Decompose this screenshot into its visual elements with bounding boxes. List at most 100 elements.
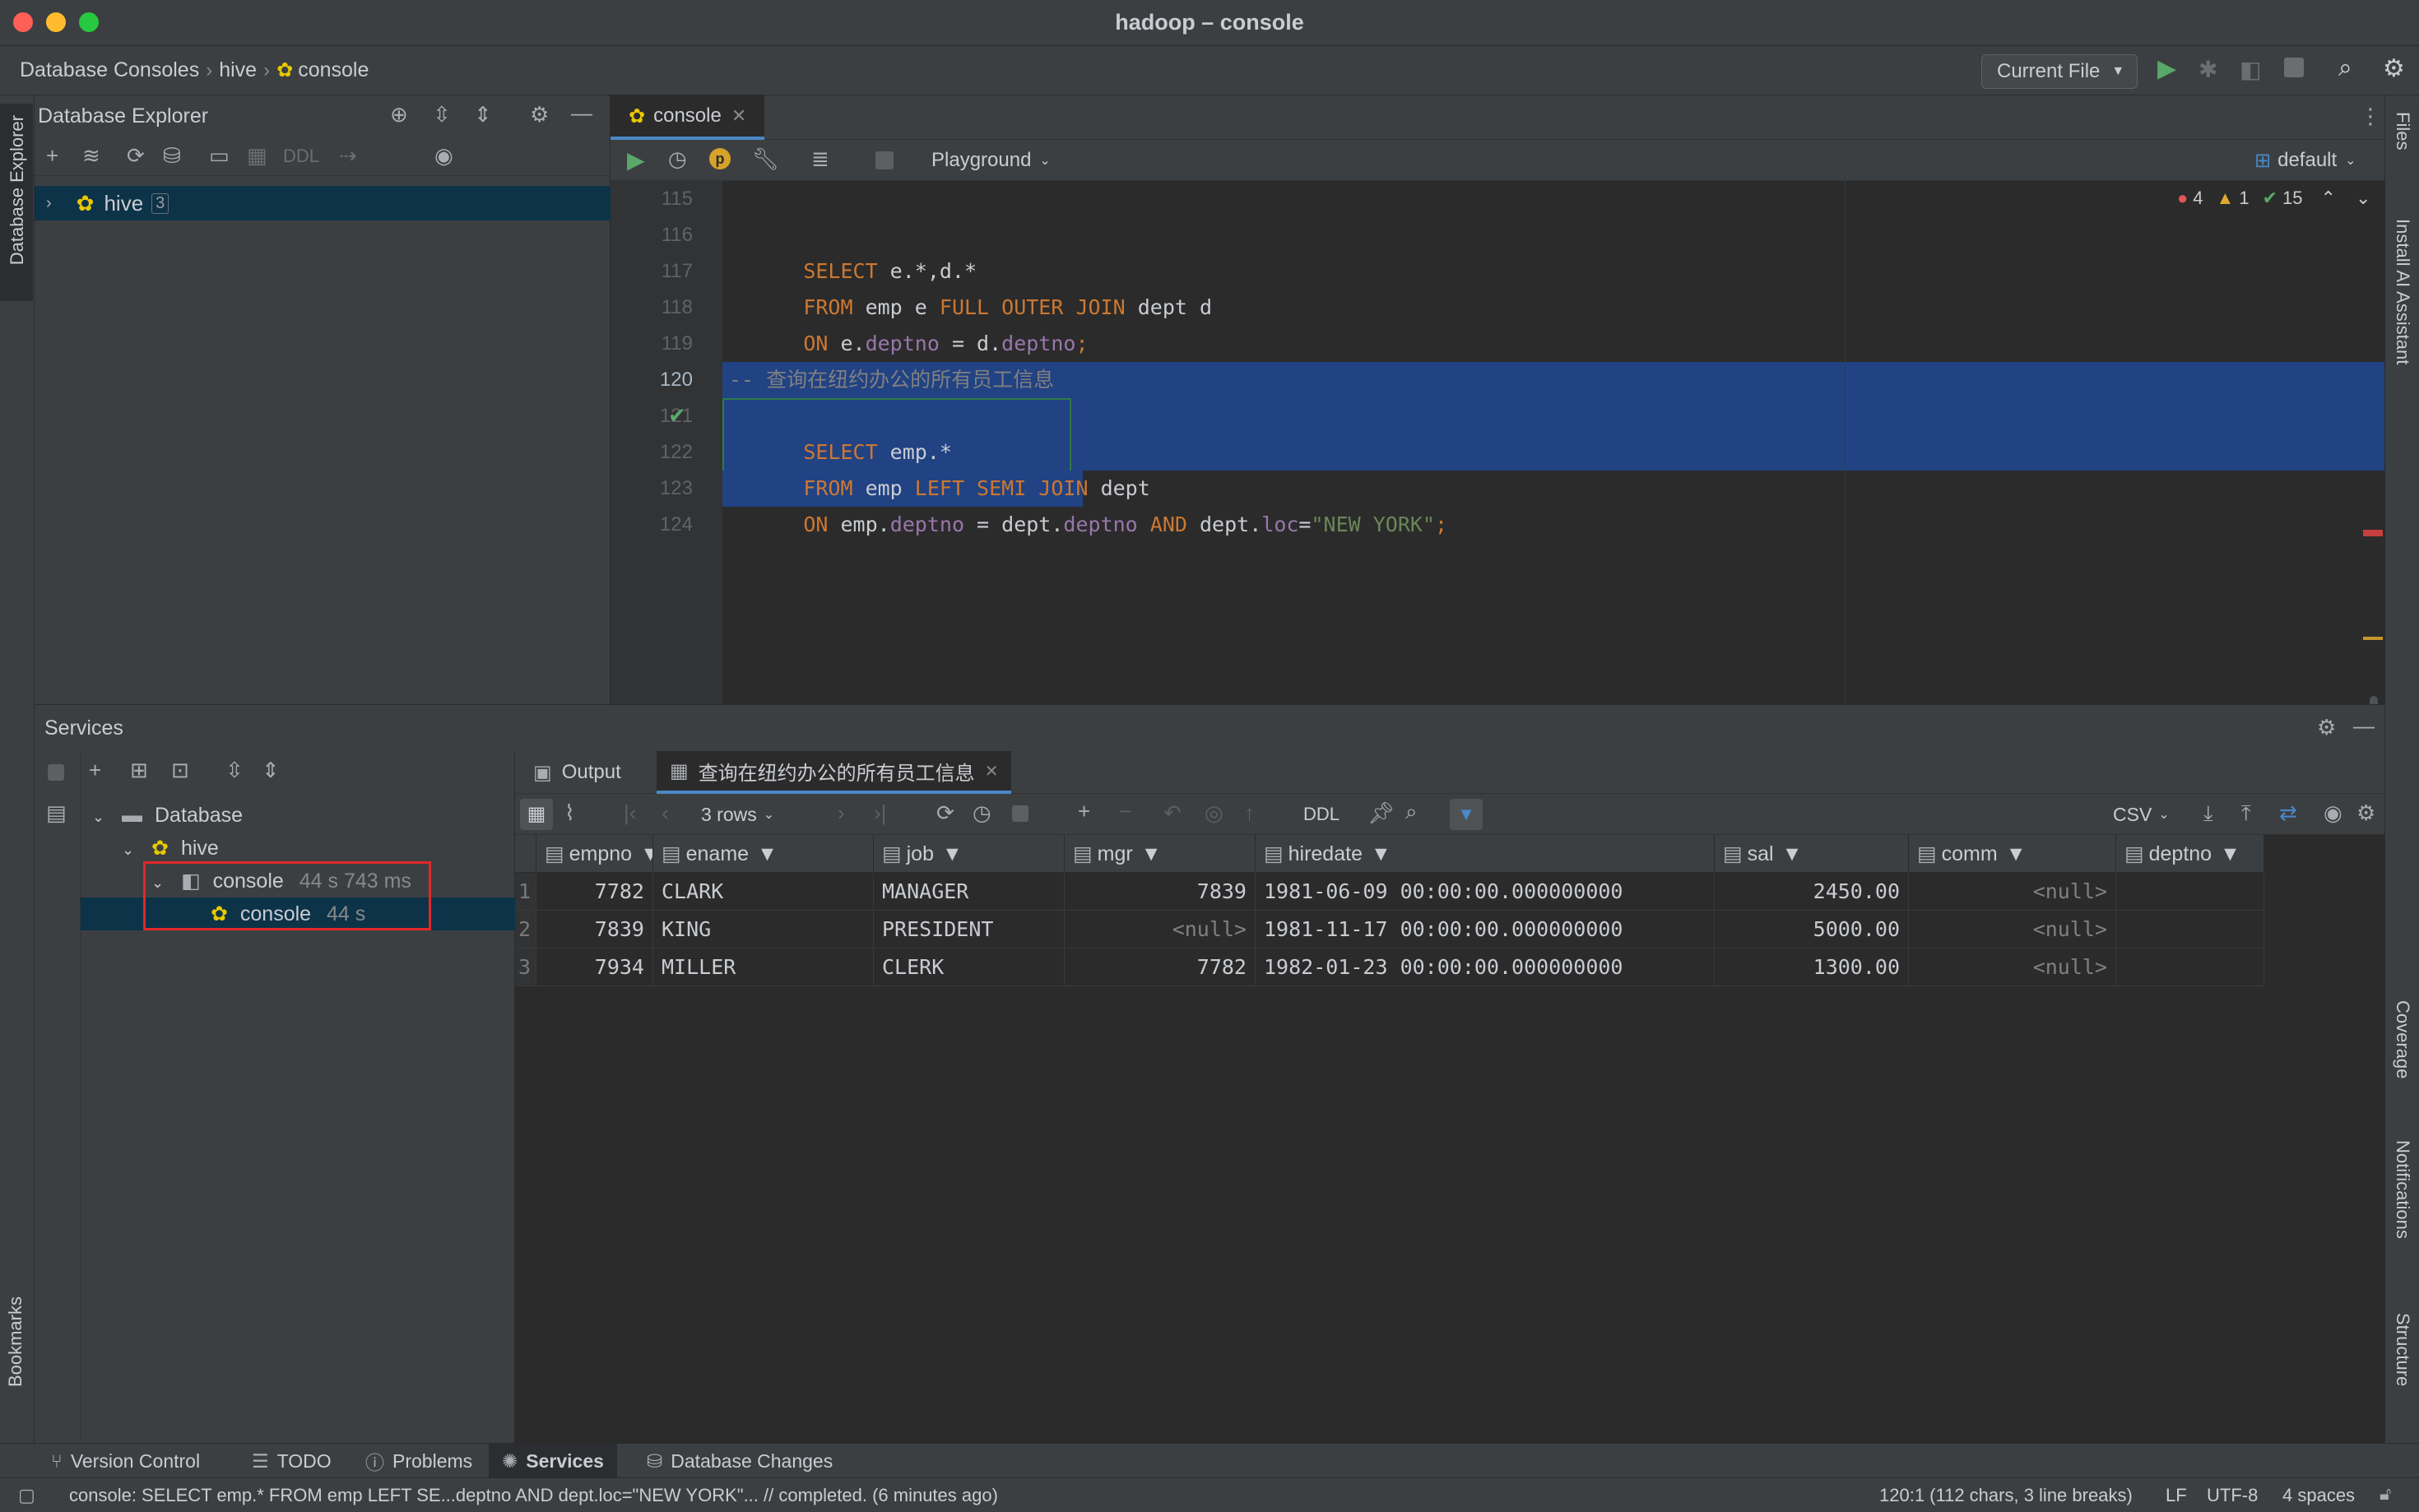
cell-comm[interactable]: <null> xyxy=(1909,948,2116,986)
expand-all-icon[interactable]: ⇳ xyxy=(433,102,451,128)
indent-setting[interactable]: 4 spaces xyxy=(2282,1485,2355,1506)
ddl-button[interactable]: DDL xyxy=(1303,804,1340,825)
column-filter-icon[interactable]: ▼ xyxy=(1371,842,1391,865)
cell-ename[interactable]: CLARK xyxy=(653,873,874,911)
version-control-tool-button[interactable]: ⑂ Version Control xyxy=(51,1449,200,1473)
locate-icon[interactable]: ⊕ xyxy=(390,102,408,128)
cell-deptno[interactable] xyxy=(2116,911,2264,948)
stop-icon[interactable] xyxy=(875,151,894,169)
cell-job[interactable]: PRESIDENT xyxy=(874,911,1065,948)
cell-sal[interactable]: 5000.00 xyxy=(1715,911,1909,948)
breadcrumb-item[interactable]: console xyxy=(298,58,369,82)
collapse-all-icon[interactable]: ⇕ xyxy=(474,102,492,128)
column-header-job[interactable]: ▤ job ▼ xyxy=(874,835,1065,873)
table-view-icon[interactable]: ▦ xyxy=(520,799,553,830)
tab-output[interactable]: ▣ Output xyxy=(533,751,621,794)
cell-mgr[interactable]: <null> xyxy=(1065,911,1256,948)
cell-empno[interactable]: 7839 xyxy=(536,911,653,948)
data-source-properties-icon[interactable]: ≋ xyxy=(82,143,100,169)
column-header-hiredate[interactable]: ▤ hiredate ▼ xyxy=(1256,835,1715,873)
close-tab-icon[interactable]: ✕ xyxy=(731,105,746,127)
structure-stripe-button[interactable]: Structure xyxy=(2392,1313,2413,1386)
column-header-comm[interactable]: ▤ comm ▼ xyxy=(1909,835,2116,873)
gear-icon[interactable]: ⚙ xyxy=(2356,800,2375,826)
breadcrumb-item[interactable]: hive xyxy=(219,58,257,82)
cell-sal[interactable]: 1300.00 xyxy=(1715,948,1909,986)
todo-tool-button[interactable]: ☰ TODO xyxy=(252,1449,332,1473)
column-header-ename[interactable]: ▤ ename ▼ xyxy=(653,835,874,873)
output-format-icon[interactable]: ≣ xyxy=(811,146,829,172)
inspection-widget[interactable]: ● 4 ▲ 1 ✔ 15 ⌃ ⌄ xyxy=(2177,188,2370,209)
coverage-stripe-button[interactable]: Coverage xyxy=(2392,1000,2413,1078)
services-tool-button[interactable]: ✺ Services xyxy=(489,1444,617,1478)
warning-stripe-mark[interactable] xyxy=(2363,637,2383,640)
transaction-mode-icon[interactable]: p xyxy=(709,148,731,169)
layout-icon[interactable]: ▤ xyxy=(46,800,67,826)
export-format-select[interactable]: CSV ⌄ xyxy=(2113,802,2170,827)
bookmarks-stripe-button[interactable]: Bookmarks xyxy=(5,1296,26,1387)
cell-ename[interactable]: KING xyxy=(653,911,874,948)
submit-icon[interactable]: ↑ xyxy=(1244,800,1255,826)
page-size-select[interactable]: 3 rows ⌄ xyxy=(701,802,774,827)
export-icon[interactable]: ⤓ xyxy=(2203,800,2213,827)
problems-tool-button[interactable]: ⓘ Problems xyxy=(365,1449,472,1474)
next-page-icon[interactable]: › xyxy=(838,800,845,826)
add-service-icon[interactable]: + xyxy=(89,758,101,783)
cell-job[interactable]: MANAGER xyxy=(874,873,1065,911)
compare-icon[interactable]: ⇄ xyxy=(2279,800,2297,826)
cell-comm[interactable]: <null> xyxy=(1909,873,2116,911)
column-filter-icon[interactable]: ▼ xyxy=(640,842,652,865)
last-page-icon[interactable]: ›| xyxy=(874,800,886,826)
column-filter-icon[interactable]: ▼ xyxy=(942,842,963,865)
jump-icon[interactable]: ⇢ xyxy=(339,143,357,169)
wrench-icon[interactable]: 🔧︎ xyxy=(752,146,779,172)
caret-position[interactable]: 120:1 (112 chars, 3 line breaks) xyxy=(1879,1485,2133,1506)
profile-icon[interactable]: ◧ xyxy=(2240,56,2261,83)
more-options-icon[interactable]: ⋮ xyxy=(2360,104,2381,129)
code-editor[interactable]: SELECT e.*,d.* FROM emp e FULL OUTER JOI… xyxy=(722,173,2384,757)
previous-page-icon[interactable]: ‹ xyxy=(662,800,669,826)
column-filter-icon[interactable]: ▼ xyxy=(757,842,778,865)
settings-gear-icon[interactable]: ⚙ xyxy=(2383,54,2405,83)
tab-query-result[interactable]: ▦ 查询在纽约办公的所有员工信息 ✕ xyxy=(657,751,1012,794)
lock-icon[interactable]: 🔓︎ xyxy=(2380,1483,2391,1505)
chart-view-icon[interactable]: ⌇ xyxy=(564,800,575,826)
debug-icon[interactable]: ✱ xyxy=(2198,56,2217,83)
chevron-down-icon[interactable]: ⌄ xyxy=(92,809,104,825)
group-by-icon[interactable]: ⊞ xyxy=(130,758,148,783)
table-icon[interactable]: ▦ xyxy=(247,143,267,169)
stop-icon[interactable] xyxy=(2284,58,2304,77)
cell-empno[interactable]: 7934 xyxy=(536,948,653,986)
tree-item-hive[interactable]: › ✿ hive 3 xyxy=(35,186,611,220)
ai-assistant-stripe-button[interactable]: Install AI Assistant xyxy=(2392,219,2413,364)
first-page-icon[interactable]: |‹ xyxy=(624,800,636,826)
filter-icon[interactable]: ▼ xyxy=(1450,799,1483,830)
column-filter-icon[interactable]: ▼ xyxy=(2220,842,2240,865)
playground-mode-select[interactable]: Playground ⌄ xyxy=(931,146,1051,174)
column-filter-icon[interactable]: ▼ xyxy=(1141,842,1162,865)
import-icon[interactable]: ⤒ xyxy=(2241,800,2251,827)
run-icon[interactable]: ▶ xyxy=(2157,54,2176,83)
expand-all-icon[interactable]: ⇳ xyxy=(225,758,244,783)
cell-mgr[interactable]: 7839 xyxy=(1065,873,1256,911)
database-icon[interactable]: ⛁ xyxy=(163,143,181,169)
error-stripe-mark[interactable] xyxy=(2363,530,2383,536)
new-group-icon[interactable]: ⊡ xyxy=(171,758,189,783)
run-configuration-select[interactable]: Current File ▼ xyxy=(1981,54,2138,89)
stop-icon[interactable] xyxy=(48,764,64,781)
hide-panel-icon[interactable]: — xyxy=(571,100,592,126)
breadcrumb-item[interactable]: Database Consoles xyxy=(20,58,199,82)
files-stripe-button[interactable]: Files xyxy=(2392,112,2413,150)
column-header-deptno[interactable]: ▤ deptno ▼ xyxy=(2116,835,2264,873)
result-grid[interactable]: ▤empno▼ ▤ename▼ ▤job▼ ▤mgr▼ ▤hiredate▼ ▤… xyxy=(515,835,2384,1444)
cell-deptno[interactable] xyxy=(2116,873,2264,911)
column-header-mgr[interactable]: ▤ mgr ▼ xyxy=(1065,835,1256,873)
refresh-icon[interactable]: ⟳ xyxy=(127,143,145,169)
cell-hiredate[interactable]: 1981-11-17 00:00:00.000000000 xyxy=(1256,911,1715,948)
add-row-icon[interactable]: + xyxy=(1078,799,1090,824)
column-filter-icon[interactable]: ▼ xyxy=(1782,842,1803,865)
cell-empno[interactable]: 7782 xyxy=(536,873,653,911)
cell-hiredate[interactable]: 1982-01-23 00:00:00.000000000 xyxy=(1256,948,1715,986)
database-explorer-stripe-button[interactable]: Database Explorer xyxy=(0,104,33,301)
cell-hiredate[interactable]: 1981-06-09 00:00:00.000000000 xyxy=(1256,873,1715,911)
